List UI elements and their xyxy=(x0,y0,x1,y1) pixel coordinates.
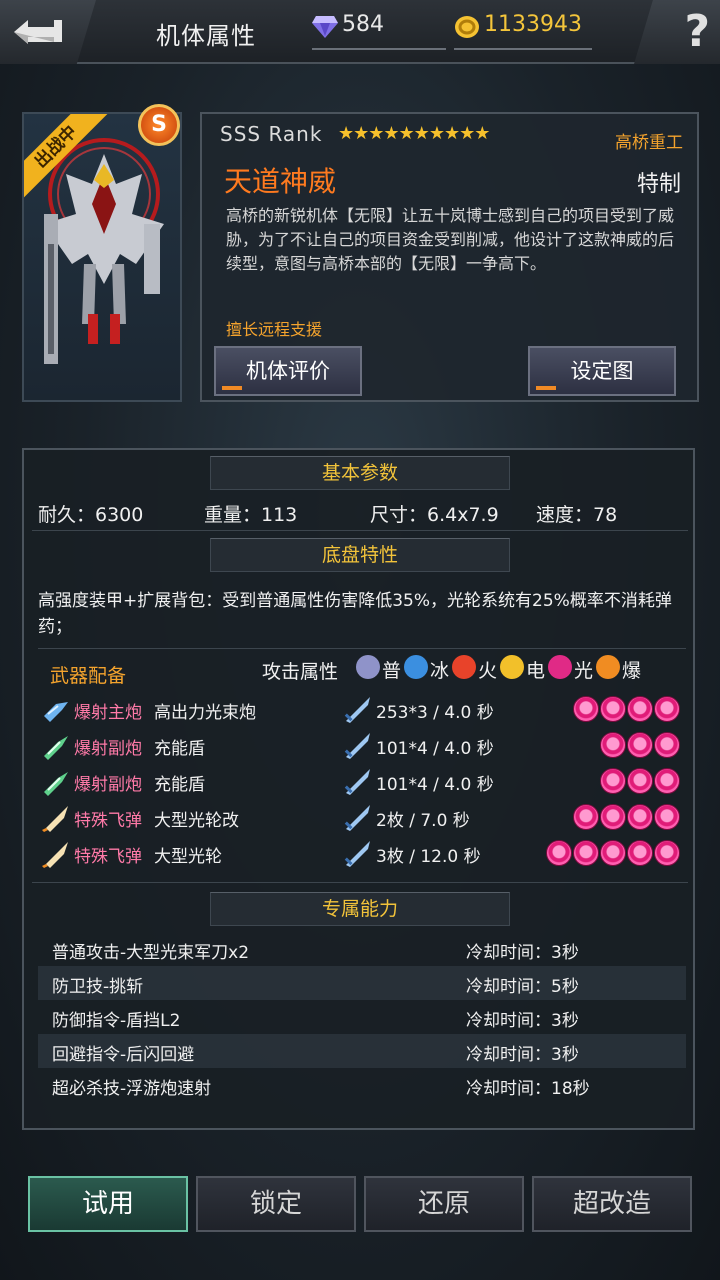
element-slots xyxy=(572,696,680,724)
gem-amount: 584 xyxy=(342,12,384,37)
s-rank-badge: S xyxy=(138,104,180,146)
sword-icon xyxy=(344,769,370,795)
skill-name: 回避指令-后闪回避 xyxy=(52,1045,195,1065)
sword-icon xyxy=(344,841,370,867)
missile-icon xyxy=(42,806,68,832)
weapon-category: 爆射副炮 xyxy=(74,739,142,759)
rank-label: SSS Rank xyxy=(220,122,323,146)
skill-name: 超必杀技-浮游炮速射 xyxy=(52,1079,212,1099)
skill-cooldown: 冷却时间：3秒 xyxy=(466,1011,579,1031)
weapon-name: 充能盾 xyxy=(154,739,205,759)
back-arrow-icon xyxy=(14,20,62,44)
weapon-category: 特殊飞弹 xyxy=(74,811,142,831)
weapon-damage: 2枚 / 7.0 秒 xyxy=(376,811,470,831)
skill-name: 普通攻击-大型光束军刀x2 xyxy=(52,943,250,963)
element-slots xyxy=(572,804,680,832)
weapons-title: 武器配备 xyxy=(50,665,127,687)
attribute-panel: 基本参数 耐久：6300 重量：113 尺寸：6.4x7.9 速度：78 底盘特… xyxy=(22,448,695,1130)
remodel-button[interactable]: 超改造 xyxy=(532,1176,692,1232)
mech-evaluation-button[interactable]: 机体评价 xyxy=(214,346,362,396)
design-sheet-label: 设定图 xyxy=(570,359,634,383)
green-cannon-icon xyxy=(44,736,68,760)
weight-stat: 重量：113 xyxy=(204,504,298,526)
mech-evaluation-label: 机体评价 xyxy=(246,359,330,383)
page-title: 机体属性 xyxy=(156,22,256,50)
mech-portrait[interactable]: 出战中 xyxy=(22,112,182,402)
gold-amount: 1133943 xyxy=(484,12,582,37)
weapon-row[interactable]: 爆射副炮 充能盾 101*4 / 4.0 秒 xyxy=(38,728,686,764)
unit-description: 高桥的新锐机体【无限】让五十岚博士感到自己的项目受到了威胁，为了不让自己的项目资… xyxy=(226,206,675,273)
weapon-category: 爆射主炮 xyxy=(74,703,142,723)
sword-icon xyxy=(344,697,370,723)
skill-name: 防御指令-盾挡L2 xyxy=(52,1011,181,1031)
rank-stars: ★★★★★★★★★★ xyxy=(338,123,490,144)
sword-icon xyxy=(344,733,370,759)
weapon-damage: 253*3 / 4.0 秒 xyxy=(376,703,494,723)
weapon-row[interactable]: 爆射副炮 充能盾 101*4 / 4.0 秒 xyxy=(38,764,686,800)
beam-cannon-icon xyxy=(44,702,68,722)
skill-row: 普通攻击-大型光束军刀x2 冷却时间：3秒 xyxy=(38,932,686,966)
unit-specialty: 擅长远程支援 xyxy=(226,320,323,339)
skill-row: 回避指令-后闪回避 冷却时间：3秒 xyxy=(38,1034,686,1068)
size-stat: 尺寸：6.4x7.9 xyxy=(370,504,499,526)
skill-cooldown: 冷却时间：5秒 xyxy=(466,977,579,997)
skill-cooldown: 冷却时间：18秒 xyxy=(466,1079,590,1099)
explosive-element-icon xyxy=(596,655,620,679)
weapon-list[interactable]: 爆射主炮 高出力光束炮 253*3 / 4.0 秒 爆射副炮 充能盾 101*4… xyxy=(38,690,686,878)
weapon-category: 爆射副炮 xyxy=(74,775,142,795)
skill-cooldown: 冷却时间：3秒 xyxy=(466,943,579,963)
skill-name: 防卫技-挑斩 xyxy=(52,977,144,997)
unit-type: 特制 xyxy=(636,172,681,197)
sword-icon xyxy=(344,805,370,831)
weapon-damage: 101*4 / 4.0 秒 xyxy=(376,739,494,759)
weapon-name: 充能盾 xyxy=(154,775,205,795)
gold-coin-icon xyxy=(455,16,479,38)
weapon-row[interactable]: 爆射主炮 高出力光束炮 253*3 / 4.0 秒 xyxy=(38,692,686,728)
weapon-name: 大型光轮改 xyxy=(154,811,239,831)
element-slots xyxy=(599,768,680,796)
back-button[interactable] xyxy=(0,0,96,64)
help-button[interactable]: ? xyxy=(634,0,720,64)
try-button[interactable]: 试用 xyxy=(28,1176,188,1232)
weapon-name: 高出力光束炮 xyxy=(154,703,256,723)
unit-info-card: SSS Rank ★★★★★★★★★★ 高桥重工 天道神威 特制 高桥的新锐机体… xyxy=(200,112,699,402)
basic-params-title: 基本参数 xyxy=(210,456,510,490)
ice-element-icon xyxy=(404,655,428,679)
speed-stat: 速度：78 xyxy=(536,504,618,526)
gem-counter: 584 xyxy=(312,12,448,50)
attack-attr-label: 攻击属性 xyxy=(262,661,339,683)
green-cannon-icon xyxy=(44,772,68,796)
weapon-row[interactable]: 特殊飞弹 大型光轮改 2枚 / 7.0 秒 xyxy=(38,800,686,836)
skill-row: 防御指令-盾挡L2 冷却时间：3秒 xyxy=(38,1000,686,1034)
design-sheet-button[interactable]: 设定图 xyxy=(528,346,676,396)
lock-button[interactable]: 锁定 xyxy=(196,1176,356,1232)
element-slots xyxy=(545,840,680,868)
weapon-row[interactable]: 特殊飞弹 大型光轮 3枚 / 12.0 秒 xyxy=(38,836,686,872)
fire-element-icon xyxy=(452,655,476,679)
exclusive-skills-title: 专属能力 xyxy=(210,892,510,926)
weapon-header: 武器配备 攻击属性 普 冰 火 电 光 爆 xyxy=(38,648,686,688)
unit-name: 天道神威 xyxy=(224,165,337,198)
missile-icon xyxy=(42,842,68,868)
skill-cooldown: 冷却时间：3秒 xyxy=(466,1045,579,1065)
diamond-icon xyxy=(312,16,338,38)
weapon-name: 大型光轮 xyxy=(154,847,222,867)
chassis-title: 底盘特性 xyxy=(210,538,510,572)
manufacturer: 高桥重工 xyxy=(615,133,683,153)
weapon-damage: 101*4 / 4.0 秒 xyxy=(376,775,494,795)
element-slots xyxy=(599,732,680,760)
light-element-icon xyxy=(548,655,572,679)
electric-element-icon xyxy=(500,655,524,679)
durability-stat: 耐久：6300 xyxy=(38,504,144,526)
top-bar: 机体属性 584 1133943 ? xyxy=(0,0,720,64)
chassis-description: 高强度装甲+扩展背包：受到普通属性伤害降低35%，光轮系统有25%概率不消耗弹药… xyxy=(38,591,672,637)
skill-row: 防卫技-挑斩 冷却时间：5秒 xyxy=(38,966,686,1000)
restore-button[interactable]: 还原 xyxy=(364,1176,524,1232)
skill-row: 超必杀技-浮游炮速射 冷却时间：18秒 xyxy=(38,1068,686,1102)
weapon-damage: 3枚 / 12.0 秒 xyxy=(376,847,481,867)
weapon-category: 特殊飞弹 xyxy=(74,847,142,867)
normal-element-icon xyxy=(356,655,380,679)
gold-counter: 1133943 xyxy=(454,12,594,50)
